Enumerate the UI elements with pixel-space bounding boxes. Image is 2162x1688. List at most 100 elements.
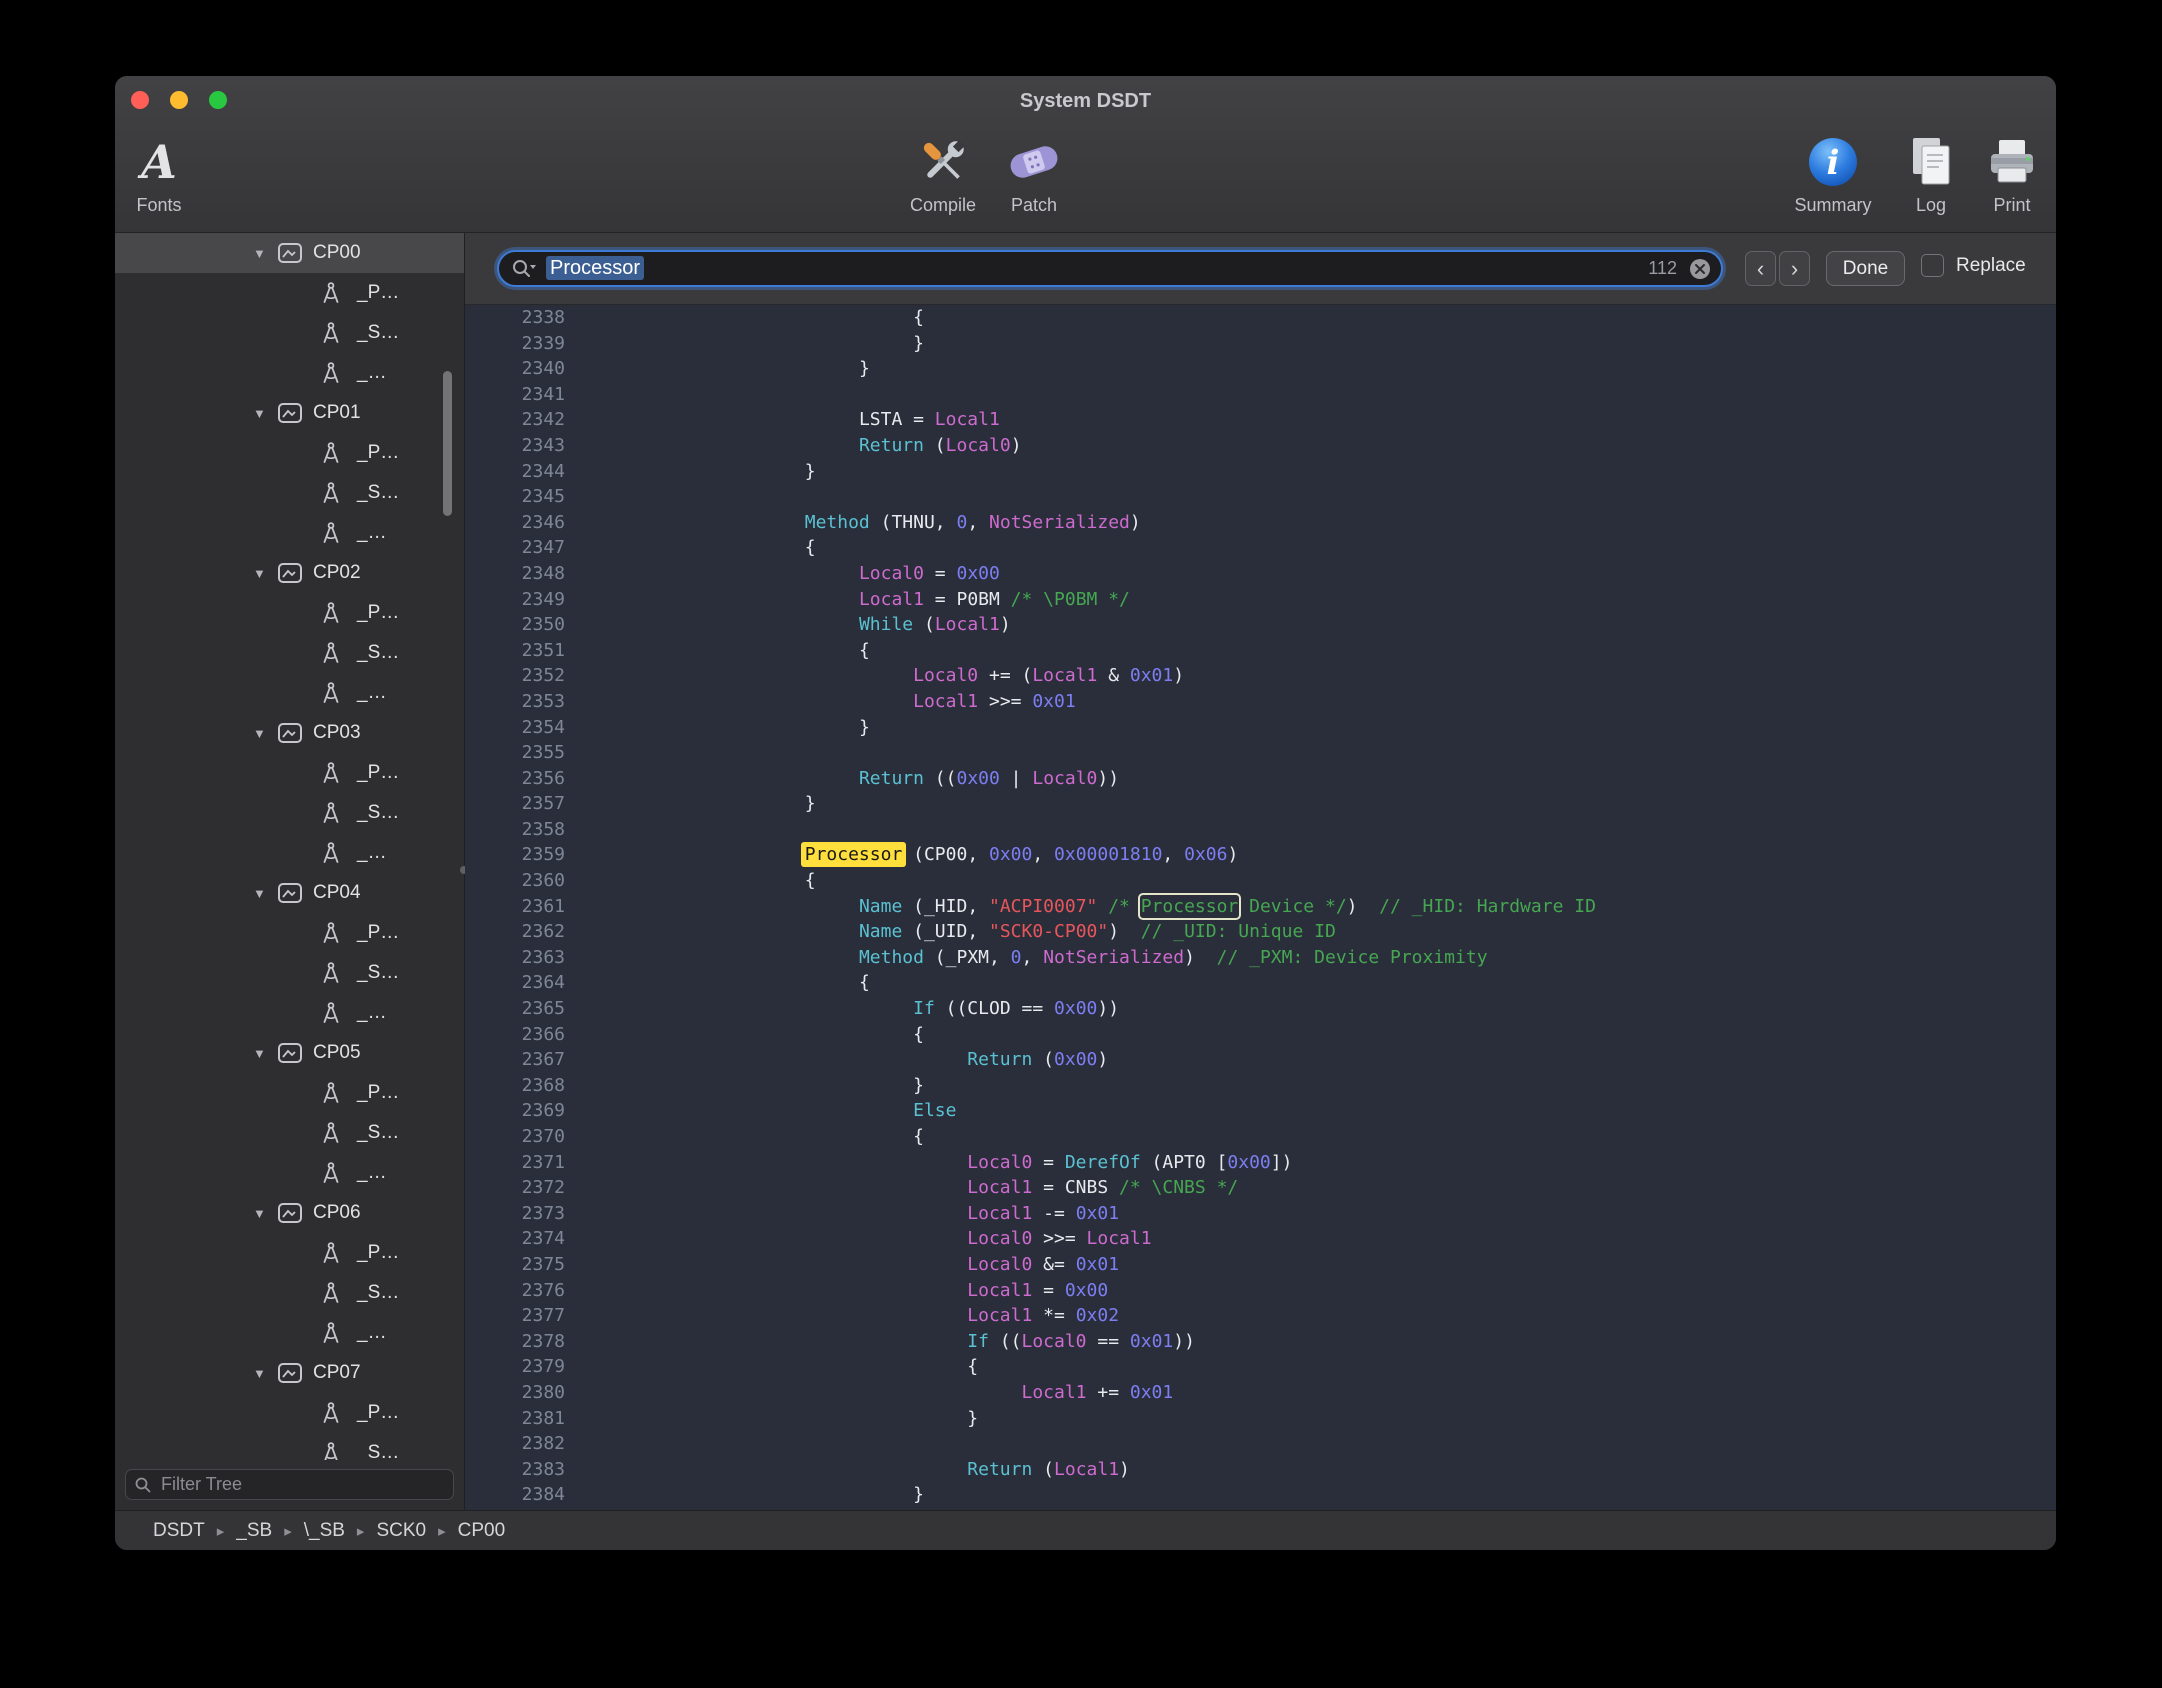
clear-search-icon[interactable] xyxy=(1689,258,1711,280)
code-line-2347[interactable]: 2347 { xyxy=(465,535,2056,561)
code-line-2375[interactable]: 2375 Local0 &= 0x01 xyxy=(465,1252,2056,1278)
code-line-2360[interactable]: 2360 { xyxy=(465,868,2056,894)
disclosure-triangle-icon[interactable]: ▼ xyxy=(253,1206,277,1221)
disclosure-triangle-icon[interactable]: ▼ xyxy=(253,1046,277,1061)
find-field[interactable]: Processor 112 xyxy=(497,250,1723,287)
code-line-2382[interactable]: 2382 xyxy=(465,1431,2056,1457)
code-line-2367[interactable]: 2367 Return (0x00) xyxy=(465,1047,2056,1073)
find-input[interactable]: Processor xyxy=(546,257,644,280)
disclosure-triangle-icon[interactable]: ▼ xyxy=(253,566,277,581)
toolbar-fonts-button[interactable]: A Fonts xyxy=(115,130,234,216)
tree-item-_[interactable]: _… xyxy=(115,513,464,553)
tree-item-CP03[interactable]: ▼CP03 xyxy=(115,713,464,753)
tree-item-_P[interactable]: _P… xyxy=(115,1393,464,1433)
code-line-2340[interactable]: 2340 } xyxy=(465,356,2056,382)
code-line-2376[interactable]: 2376 Local1 = 0x00 xyxy=(465,1278,2056,1304)
code-line-2372[interactable]: 2372 Local1 = CNBS /* \CNBS */ xyxy=(465,1175,2056,1201)
filter-tree-input[interactable] xyxy=(159,1473,445,1496)
code-line-2380[interactable]: 2380 Local1 += 0x01 xyxy=(465,1380,2056,1406)
disclosure-triangle-icon[interactable]: ▼ xyxy=(253,1366,277,1381)
code-line-2368[interactable]: 2368 } xyxy=(465,1073,2056,1099)
tree-item-_P[interactable]: _P… xyxy=(115,913,464,953)
code-line-2381[interactable]: 2381 } xyxy=(465,1406,2056,1432)
code-line-2358[interactable]: 2358 xyxy=(465,817,2056,843)
breadcrumb-item-DSDT[interactable]: DSDT xyxy=(153,1520,205,1542)
toolbar-patch-button[interactable]: Patch xyxy=(959,130,1109,216)
code-line-2383[interactable]: 2383 Return (Local1) xyxy=(465,1457,2056,1483)
code-line-2348[interactable]: 2348 Local0 = 0x00 xyxy=(465,561,2056,587)
code-line-2379[interactable]: 2379 { xyxy=(465,1354,2056,1380)
tree-item-CP01[interactable]: ▼CP01 xyxy=(115,393,464,433)
tree-item-CP00[interactable]: ▼CP00 xyxy=(115,233,464,273)
disclosure-triangle-icon[interactable]: ▼ xyxy=(253,406,277,421)
tree-item-_P[interactable]: _P… xyxy=(115,433,464,473)
code-line-2377[interactable]: 2377 Local1 *= 0x02 xyxy=(465,1303,2056,1329)
tree-item-_S[interactable]: _S… xyxy=(115,1113,464,1153)
code-line-2370[interactable]: 2370 { xyxy=(465,1124,2056,1150)
code-line-2356[interactable]: 2356 Return ((0x00 | Local0)) xyxy=(465,766,2056,792)
code-line-2373[interactable]: 2373 Local1 -= 0x01 xyxy=(465,1201,2056,1227)
breadcrumb-item-_SB[interactable]: \_SB xyxy=(304,1520,345,1542)
tree-item-_[interactable]: _… xyxy=(115,353,464,393)
done-button[interactable]: Done xyxy=(1826,251,1905,286)
code-line-2344[interactable]: 2344 } xyxy=(465,459,2056,485)
tree-item-_S[interactable]: _S… xyxy=(115,1273,464,1313)
tree-item-_S[interactable]: _S… xyxy=(115,793,464,833)
disclosure-triangle-icon[interactable]: ▼ xyxy=(253,246,277,261)
code-line-2371[interactable]: 2371 Local0 = DerefOf (APT0 [0x00]) xyxy=(465,1150,2056,1176)
tree-item-_[interactable]: _… xyxy=(115,673,464,713)
code-line-2362[interactable]: 2362 Name (_UID, "SCK0-CP00") // _UID: U… xyxy=(465,919,2056,945)
tree-item-_S[interactable]: _S… xyxy=(115,953,464,993)
code-line-2357[interactable]: 2357 } xyxy=(465,791,2056,817)
code-line-2364[interactable]: 2364 { xyxy=(465,970,2056,996)
tree-item-CP07[interactable]: ▼CP07 xyxy=(115,1353,464,1393)
tree-item-_[interactable]: _… xyxy=(115,833,464,873)
filter-tree-field[interactable] xyxy=(125,1469,454,1500)
code-editor[interactable]: 2338 {2339 }2340 }23412342 LSTA = Local1… xyxy=(465,305,2056,1510)
code-line-2351[interactable]: 2351 { xyxy=(465,638,2056,664)
disclosure-triangle-icon[interactable]: ▼ xyxy=(253,886,277,901)
code-line-2374[interactable]: 2374 Local0 >>= Local1 xyxy=(465,1226,2056,1252)
sidebar-scrollbar[interactable] xyxy=(443,371,452,516)
previous-match-button[interactable]: ‹ xyxy=(1745,251,1776,286)
code-line-2366[interactable]: 2366 { xyxy=(465,1022,2056,1048)
tree-item-_[interactable]: _… xyxy=(115,993,464,1033)
code-line-2341[interactable]: 2341 xyxy=(465,382,2056,408)
next-match-button[interactable]: › xyxy=(1779,251,1810,286)
tree-item-_P[interactable]: _P… xyxy=(115,593,464,633)
code-line-2378[interactable]: 2378 If ((Local0 == 0x01)) xyxy=(465,1329,2056,1355)
code-line-2353[interactable]: 2353 Local1 >>= 0x01 xyxy=(465,689,2056,715)
code-line-2369[interactable]: 2369 Else xyxy=(465,1098,2056,1124)
breadcrumb-item-_SB[interactable]: _SB xyxy=(236,1520,272,1542)
toolbar-print-button[interactable]: Print xyxy=(1937,130,2056,216)
tree-item-_P[interactable]: _P… xyxy=(115,1233,464,1273)
code-line-2350[interactable]: 2350 While (Local1) xyxy=(465,612,2056,638)
tree-item-_S[interactable]: _S… xyxy=(115,1433,464,1460)
tree-item-_S[interactable]: _S… xyxy=(115,473,464,513)
code-line-2354[interactable]: 2354 } xyxy=(465,715,2056,741)
code-line-2359[interactable]: 2359 Processor (CP00, 0x00, 0x00001810, … xyxy=(465,842,2056,868)
disclosure-triangle-icon[interactable]: ▼ xyxy=(253,726,277,741)
tree-item-_S[interactable]: _S… xyxy=(115,313,464,353)
code-line-2355[interactable]: 2355 xyxy=(465,740,2056,766)
code-line-2343[interactable]: 2343 Return (Local0) xyxy=(465,433,2056,459)
code-line-2345[interactable]: 2345 xyxy=(465,484,2056,510)
code-line-2339[interactable]: 2339 } xyxy=(465,331,2056,357)
tree-item-_P[interactable]: _P… xyxy=(115,273,464,313)
breadcrumb-item-CP00[interactable]: CP00 xyxy=(458,1520,506,1542)
tree-item-_[interactable]: _… xyxy=(115,1313,464,1353)
search-menu-icon[interactable] xyxy=(511,258,537,280)
code-line-2361[interactable]: 2361 Name (_HID, "ACPI0007" /* Processor… xyxy=(465,894,2056,920)
code-line-2365[interactable]: 2365 If ((CLOD == 0x00)) xyxy=(465,996,2056,1022)
tree-item-CP05[interactable]: ▼CP05 xyxy=(115,1033,464,1073)
tree-item-_[interactable]: _… xyxy=(115,1153,464,1193)
tree-item-_S[interactable]: _S… xyxy=(115,633,464,673)
replace-checkbox[interactable] xyxy=(1921,254,1944,277)
code-line-2349[interactable]: 2349 Local1 = P0BM /* \P0BM */ xyxy=(465,587,2056,613)
code-line-2346[interactable]: 2346 Method (THNU, 0, NotSerialized) xyxy=(465,510,2056,536)
tree-item-CP02[interactable]: ▼CP02 xyxy=(115,553,464,593)
code-line-2352[interactable]: 2352 Local0 += (Local1 & 0x01) xyxy=(465,663,2056,689)
code-line-2384[interactable]: 2384 } xyxy=(465,1482,2056,1508)
tree-item-_P[interactable]: _P… xyxy=(115,1073,464,1113)
code-line-2363[interactable]: 2363 Method (_PXM, 0, NotSerialized) // … xyxy=(465,945,2056,971)
